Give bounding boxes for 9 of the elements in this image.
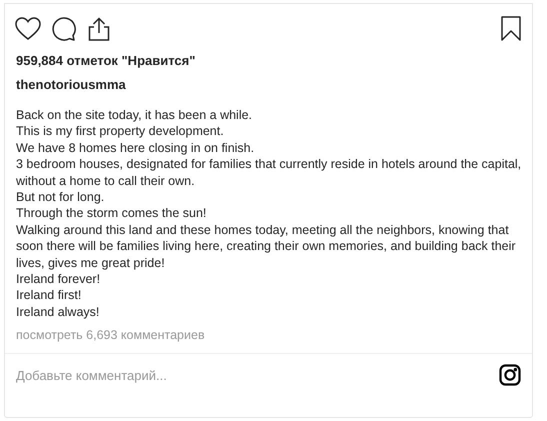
heart-icon[interactable] <box>15 16 41 40</box>
bookmark-icon[interactable] <box>501 16 521 41</box>
caption-text: Back on the site today, it has been a while. This is my first property development. We have 8 homes here closing in on finish. 3 bedroom houses, designated for families that currently reside in hotels around the capital, without a home to call their own. But not for long. Through the storm comes the sun! Walking around this land and these homes today, meeting all the neighbors, knowing that soon there will be families living here, creating their own memories, and building back their lives, gives me great pride! Ireland forever! Ireland first! Ireland always! <box>16 107 522 320</box>
speech-bubble-icon[interactable] <box>51 16 76 40</box>
share-icon[interactable] <box>88 16 110 40</box>
likes-count[interactable]: 959,884 отметок "Нравится" <box>16 52 521 69</box>
camera-icon[interactable] <box>499 364 521 386</box>
comment-field[interactable]: Добавьте комментарий... <box>16 366 499 386</box>
username[interactable]: thenotoriousmma <box>16 76 126 93</box>
